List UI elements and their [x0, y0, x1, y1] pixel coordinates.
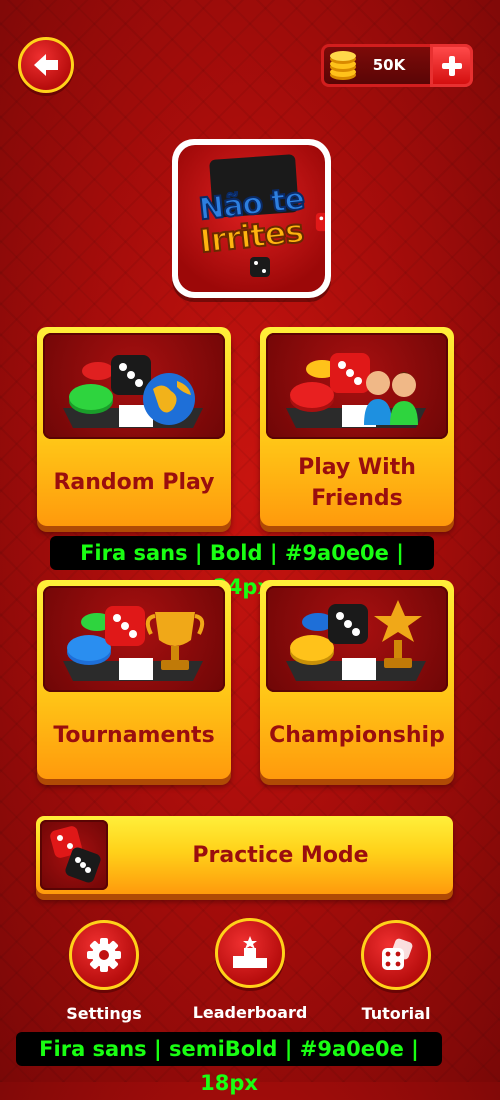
tutorial-button[interactable]	[361, 920, 431, 990]
arrow-left-icon	[34, 54, 58, 76]
championship-card[interactable]: Championship	[260, 580, 454, 779]
random-play-art	[43, 333, 225, 439]
play-with-friends-label: Play With Friends	[260, 439, 454, 526]
settings-button[interactable]	[69, 920, 139, 990]
game-logo: Não te Irrites	[172, 139, 331, 298]
random-play-card[interactable]: Random Play	[37, 327, 231, 526]
dice-icon	[50, 826, 101, 883]
play-with-friends-label-line-2: Friends	[311, 485, 403, 511]
tutorial-label: Tutorial	[361, 1004, 431, 1023]
podium-icon	[233, 936, 267, 968]
tournaments-art	[43, 586, 225, 692]
font-spec-note: Fira sans | Bold | #9a0e0e | 24px	[50, 536, 434, 599]
red-dice-icon	[315, 212, 325, 232]
play-with-friends-label-line-1: Play With	[298, 454, 416, 480]
random-play-label: Random Play	[53, 470, 215, 495]
practice-mode-label: Practice Mode	[192, 842, 369, 868]
font-spec-note: Fira sans | semiBold | #9a0e0e | 18px	[16, 1032, 442, 1095]
settings-label: Settings	[66, 1004, 142, 1023]
play-with-friends-card[interactable]: Play With Friends	[260, 327, 454, 526]
plus-icon	[441, 55, 462, 76]
play-with-friends-art	[266, 333, 448, 439]
leaderboard-label: Leaderboard	[192, 1003, 308, 1022]
leaderboard-button[interactable]	[215, 918, 285, 988]
dice-icon	[250, 257, 270, 277]
back-button[interactable]	[18, 37, 74, 93]
practice-dice-art	[40, 820, 108, 890]
tournaments-card[interactable]: Tournaments	[37, 580, 231, 779]
gear-icon	[87, 938, 121, 972]
dice-icon	[382, 938, 413, 970]
coin-amount: 50K	[372, 56, 406, 74]
practice-mode-button[interactable]: Practice Mode	[36, 816, 453, 894]
tournaments-label: Tournaments	[53, 723, 215, 748]
coin-stack-icon	[330, 51, 356, 80]
championship-label: Championship	[269, 723, 445, 748]
add-coins-button[interactable]	[430, 44, 473, 87]
championship-art	[266, 586, 448, 692]
